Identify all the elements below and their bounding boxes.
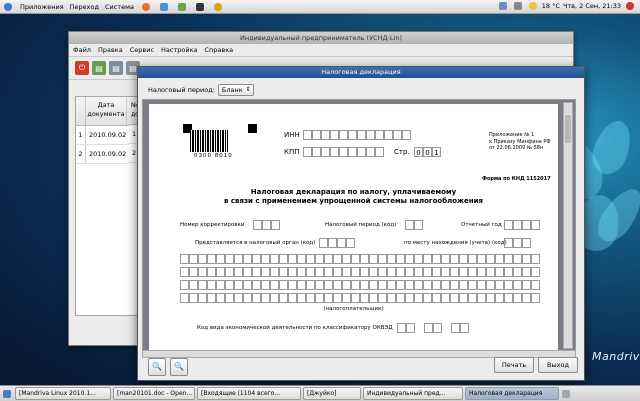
- menu-service[interactable]: Сервис: [130, 46, 154, 54]
- kpp-cells[interactable]: [303, 147, 384, 157]
- authority-cells[interactable]: [319, 238, 355, 248]
- taxpayer-name-row[interactable]: [180, 293, 540, 303]
- taskbar: [Mandriva Linux 2010.1... [man20101.doc …: [0, 385, 640, 401]
- inn-cells[interactable]: [303, 130, 411, 140]
- edit-document-icon: ▤: [112, 63, 120, 73]
- year-cells[interactable]: [504, 220, 540, 230]
- temperature-label: 18 °C: [541, 2, 560, 10]
- zoom-in-icon: 🔍: [152, 362, 162, 371]
- taskbar-item-mail[interactable]: [Входящие (1104 всего...: [197, 387, 301, 400]
- network-icon[interactable]: [498, 2, 507, 10]
- documents-table: Дата документа 1 2010.09.02 2 2010.09.02: [75, 96, 131, 316]
- main-menubar: Файл Правка Сервис Настройка Справка: [69, 44, 573, 57]
- edit-document-button[interactable]: ▤: [109, 61, 123, 75]
- period-code-label: Налоговый период (код): [325, 222, 397, 228]
- date-column-header[interactable]: Дата документа: [86, 97, 127, 125]
- add-document-icon: ▤: [95, 63, 103, 73]
- barcode-number: 0300 8010: [194, 153, 233, 159]
- office-launcher-icon[interactable]: [177, 2, 186, 11]
- table-row[interactable]: 1 2010.09.02: [76, 126, 130, 145]
- period-selector: Налоговый период: Бланк: [148, 84, 254, 96]
- menu-settings[interactable]: Настройка: [161, 46, 197, 54]
- terminal-launcher-icon[interactable]: [195, 2, 204, 11]
- taxpayer-name-row[interactable]: [180, 254, 540, 264]
- period-label: Налоговый период:: [148, 86, 215, 94]
- browser-launcher-icon[interactable]: [141, 2, 150, 11]
- appendix-note: Приложение № 1 к Приказу Минфина РФ от 2…: [489, 132, 551, 151]
- table-row[interactable]: 2 2010.09.02: [76, 145, 130, 164]
- scrollbar-thumb[interactable]: [565, 115, 571, 143]
- menu-places[interactable]: Переход: [70, 3, 99, 11]
- zoom-out-icon: 🔍: [174, 362, 184, 371]
- preview-vertical-scrollbar[interactable]: [563, 102, 573, 349]
- system-tray: 18 °C Чтв, 2 Сен, 21:33: [497, 2, 636, 10]
- barcode-image: [190, 130, 228, 152]
- zoom-out-button[interactable]: 🔍: [170, 358, 188, 376]
- print-button[interactable]: Печать: [494, 357, 534, 373]
- period-combobox[interactable]: Бланк: [217, 84, 254, 96]
- form-page: 0300 8010 ИНН КПП Стр. 0 0 1 Приложение …: [149, 104, 558, 351]
- delete-document-icon: ▤: [129, 63, 137, 73]
- okved-label: Код вида экономической деятельности по к…: [197, 325, 393, 331]
- taskbar-item-djuyko[interactable]: [Джуйко]: [303, 387, 361, 400]
- correction-cells[interactable]: [253, 220, 280, 230]
- form-preview[interactable]: 0300 8010 ИНН КПП Стр. 0 0 1 Приложение …: [142, 99, 576, 352]
- page-number-cells: 0 0 1: [414, 147, 441, 157]
- period-code-cells[interactable]: [405, 220, 423, 230]
- zoom-in-button[interactable]: 🔍: [148, 358, 166, 376]
- dialog-titlebar[interactable]: Налоговая декларация: [138, 67, 584, 78]
- applications-icon[interactable]: [4, 2, 12, 11]
- corner-marker: [248, 124, 257, 133]
- mail-launcher-icon[interactable]: [159, 2, 168, 11]
- clock[interactable]: Чтв, 2 Сен, 21:33: [563, 2, 621, 10]
- inn-label: ИНН: [284, 131, 300, 139]
- location-label: по месту нахождения (учета) (код): [404, 240, 507, 246]
- okved-cells-1[interactable]: [397, 323, 415, 333]
- okved-cells-3[interactable]: [451, 323, 469, 333]
- correction-label: Номер корректировки: [180, 222, 245, 228]
- mandriva-logo-text: Mandriva: [592, 350, 640, 363]
- exit-toolbar-button[interactable]: ⏻: [75, 61, 89, 75]
- add-document-button[interactable]: ▤: [92, 61, 106, 75]
- weather-icon: [528, 2, 537, 10]
- power-off-icon: ⏻: [78, 63, 86, 72]
- authority-label: Представляется в налоговый орган (код): [195, 240, 316, 246]
- taskbar-item-mandriva[interactable]: [Mandriva Linux 2010.1...: [15, 387, 111, 400]
- taskbar-item-declaration[interactable]: Налоговая декларация: [465, 387, 559, 400]
- form-heading: Налоговая декларация по налогу, уплачива…: [224, 188, 483, 205]
- show-desktop-icon[interactable]: [3, 389, 11, 398]
- documents-table-header: Дата документа: [76, 97, 130, 126]
- volume-icon[interactable]: [513, 2, 522, 10]
- top-panel: Приложения Переход Система 18 °C Чтв, 2 …: [0, 0, 640, 14]
- year-label: Отчетный год: [461, 222, 502, 228]
- taskbar-item-doc[interactable]: [man20101.doc - Open...: [113, 387, 195, 400]
- taxpayer-name-row[interactable]: [180, 267, 540, 277]
- taskbar-item-entrepreneur[interactable]: Индивидуальный пред...: [363, 387, 463, 400]
- main-window-title: Индивидуальный предприниматель (УСНД-Lin…: [240, 34, 402, 42]
- main-window-titlebar[interactable]: Индивидуальный предприниматель (УСНД-Lin…: [69, 32, 573, 44]
- tax-declaration-dialog: Налоговая декларация Налоговый период: Б…: [137, 66, 585, 381]
- menu-help[interactable]: Справка: [204, 46, 233, 54]
- dialog-title: Налоговая декларация: [321, 68, 401, 76]
- knd-code: Форма по КНД 1152017: [482, 176, 551, 182]
- okved-cells-2[interactable]: [424, 323, 442, 333]
- menu-file[interactable]: Файл: [73, 46, 91, 54]
- trash-icon[interactable]: [562, 389, 570, 398]
- menu-edit[interactable]: Правка: [98, 46, 123, 54]
- menu-applications[interactable]: Приложения: [20, 3, 64, 11]
- exit-button[interactable]: Выход: [538, 357, 578, 373]
- location-cells[interactable]: [504, 238, 531, 248]
- taxpayer-name-row[interactable]: [180, 280, 540, 290]
- page-label: Стр.: [394, 148, 410, 156]
- taxpayer-label: (налогоплательщик): [323, 306, 384, 312]
- kpp-label: КПП: [284, 148, 300, 156]
- help-launcher-icon[interactable]: [213, 2, 222, 11]
- power-icon[interactable]: [626, 2, 634, 10]
- menu-system[interactable]: Система: [105, 3, 134, 11]
